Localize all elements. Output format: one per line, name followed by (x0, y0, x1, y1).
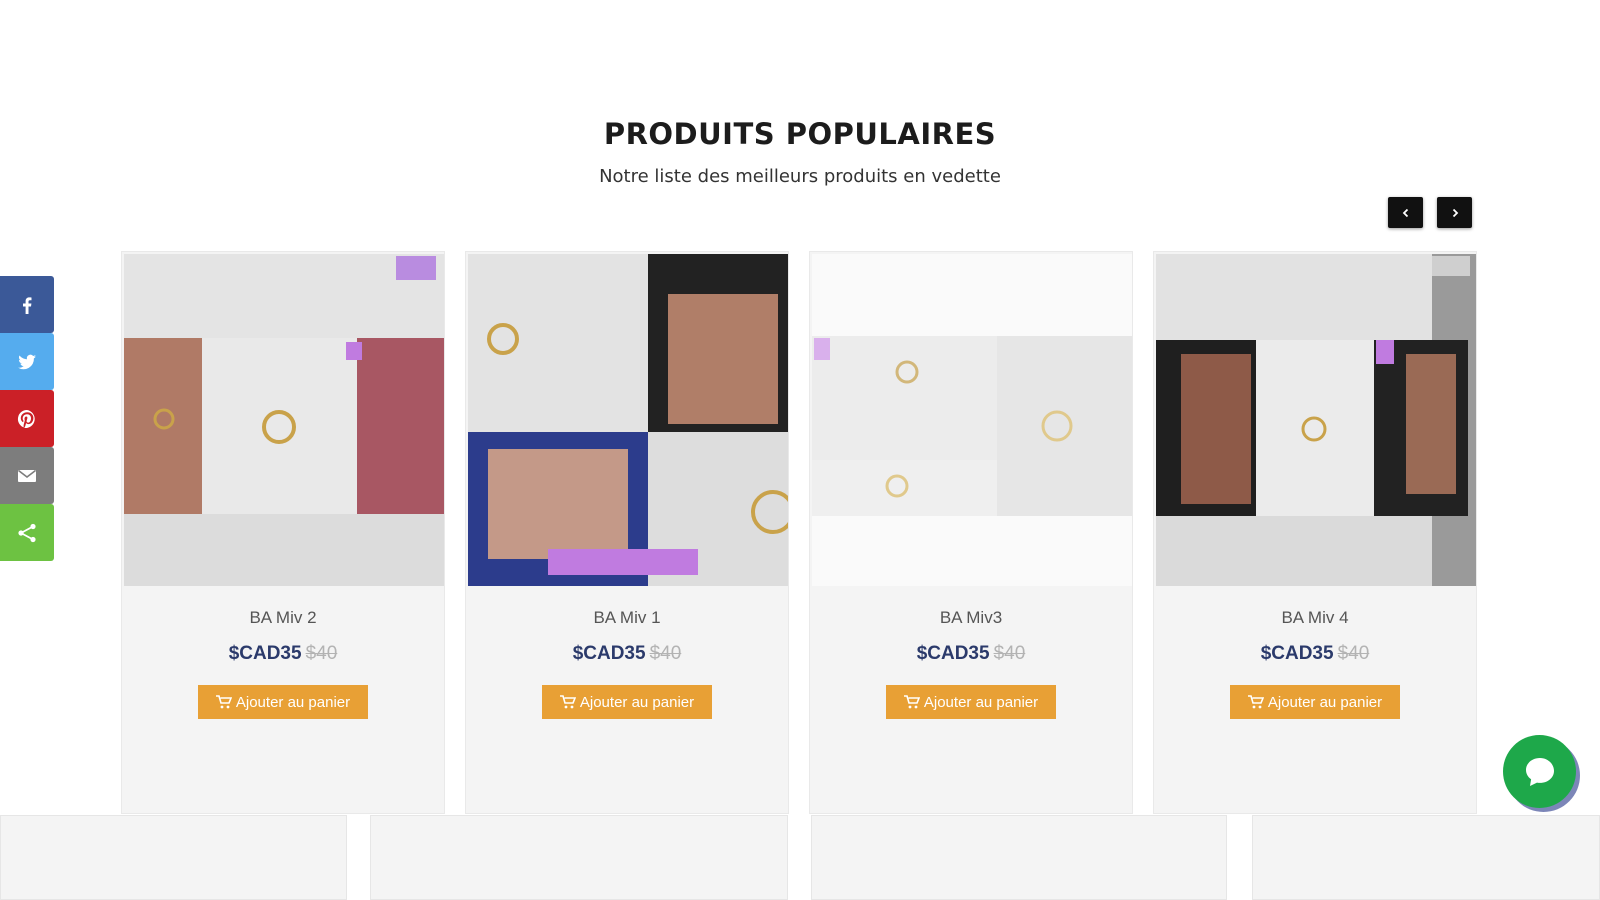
product-image[interactable] (812, 254, 1132, 586)
add-to-cart-button[interactable]: Ajouter au panier (198, 685, 368, 719)
share-twitter-button[interactable] (0, 333, 54, 390)
chat-button[interactable] (1503, 735, 1576, 808)
product-card[interactable]: BA Miv 2 $CAD35 $40 Ajouter au panier (121, 251, 445, 814)
section-title: PRODUITS POPULAIRES (603, 117, 997, 151)
product-price: $CAD35 $40 (1154, 643, 1476, 665)
next-row-card (811, 815, 1227, 900)
share-facebook-button[interactable] (0, 276, 54, 333)
carousel-next-button[interactable] (1437, 197, 1472, 228)
share-more-button[interactable] (0, 504, 54, 561)
old-price: $40 (305, 643, 338, 664)
email-icon (18, 469, 36, 482)
product-price: $CAD35 $40 (122, 643, 444, 665)
product-price: $CAD35 $40 (810, 643, 1132, 665)
product-image[interactable] (468, 254, 788, 586)
twitter-icon (18, 354, 36, 369)
cart-icon (1247, 695, 1264, 709)
product-name[interactable]: BA Miv 4 (1154, 608, 1476, 628)
cart-icon (559, 695, 576, 709)
current-price: $CAD35 (1260, 643, 1334, 664)
cart-icon (215, 695, 232, 709)
product-card[interactable]: BA Miv3 $CAD35 $40 Ajouter au panier (809, 251, 1133, 814)
product-name[interactable]: BA Miv 1 (466, 608, 788, 628)
product-name[interactable]: BA Miv 2 (122, 608, 444, 628)
product-image[interactable] (1156, 254, 1476, 586)
share-pinterest-button[interactable] (0, 390, 54, 447)
add-to-cart-label: Ajouter au panier (923, 693, 1039, 711)
next-row-card (0, 815, 347, 900)
add-to-cart-label: Ajouter au panier (235, 693, 351, 711)
current-price: $CAD35 (916, 643, 990, 664)
carousel-prev-button[interactable] (1388, 197, 1423, 228)
product-card[interactable]: BA Miv 1 $CAD35 $40 Ajouter au panier (465, 251, 789, 814)
add-to-cart-label: Ajouter au panier (579, 693, 695, 711)
chevron-left-icon (1402, 208, 1408, 217)
product-image[interactable] (124, 254, 444, 586)
chevron-right-icon (1452, 208, 1458, 217)
add-to-cart-button[interactable]: Ajouter au panier (886, 685, 1056, 719)
share-email-button[interactable] (0, 447, 54, 504)
add-to-cart-button[interactable]: Ajouter au panier (542, 685, 712, 719)
next-row-card (370, 815, 788, 900)
next-row-card (1252, 815, 1600, 900)
product-card[interactable]: BA Miv 4 $CAD35 $40 Ajouter au panier (1153, 251, 1477, 814)
product-name[interactable]: BA Miv3 (810, 608, 1132, 628)
share-icon (18, 523, 36, 542)
add-to-cart-label: Ajouter au panier (1267, 693, 1383, 711)
section-subtitle: Notre liste des meilleurs produits en ve… (599, 166, 1001, 187)
chat-icon (1525, 757, 1554, 786)
old-price: $40 (1337, 643, 1370, 664)
old-price: $40 (993, 643, 1026, 664)
pinterest-icon (17, 409, 35, 428)
share-sidebar (0, 276, 54, 561)
current-price: $CAD35 (228, 643, 302, 664)
page: PRODUITS POPULAIRES Notre liste des meil… (0, 0, 1600, 900)
facebook-icon (23, 296, 32, 314)
old-price: $40 (649, 643, 682, 664)
add-to-cart-button[interactable]: Ajouter au panier (1230, 685, 1400, 719)
cart-icon (903, 695, 920, 709)
current-price: $CAD35 (572, 643, 646, 664)
product-price: $CAD35 $40 (466, 643, 788, 665)
